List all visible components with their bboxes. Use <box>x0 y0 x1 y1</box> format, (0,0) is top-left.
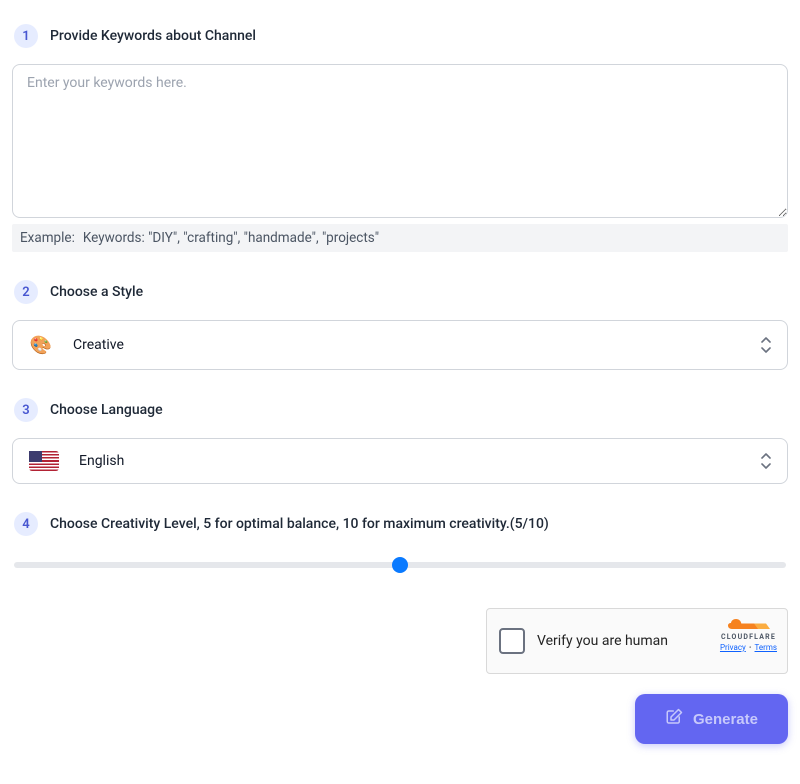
captcha-checkbox[interactable] <box>499 628 525 654</box>
step-number-badge: 2 <box>14 280 38 304</box>
generate-button-label: Generate <box>693 711 758 728</box>
step-title: Choose Language <box>50 402 163 418</box>
step-creativity: 4 Choose Creativity Level, 5 for optimal… <box>12 512 788 572</box>
captcha-privacy-link[interactable]: Privacy <box>720 643 746 652</box>
step-number-badge: 3 <box>14 398 38 422</box>
example-label: Example: <box>20 230 75 246</box>
step-title: Choose a Style <box>50 284 143 300</box>
language-selected-label: English <box>79 453 124 469</box>
captcha-widget: Verify you are human CLOUDFLARE Privacy•… <box>486 608 788 674</box>
step-language: 3 Choose Language English <box>12 398 788 484</box>
keywords-input[interactable] <box>12 64 788 218</box>
captcha-brand: CLOUDFLARE Privacy•Terms <box>720 617 777 652</box>
step-title: Provide Keywords about Channel <box>50 28 256 44</box>
step-header: 2 Choose a Style <box>12 280 788 304</box>
captcha-terms-link[interactable]: Terms <box>755 643 777 652</box>
flag-us-icon <box>29 451 59 471</box>
cloudflare-icon <box>726 617 770 633</box>
footer-area: Verify you are human CLOUDFLARE Privacy•… <box>12 608 788 744</box>
creativity-slider[interactable] <box>14 562 786 568</box>
palette-icon: 🎨 <box>29 333 53 357</box>
step-header: 4 Choose Creativity Level, 5 for optimal… <box>12 512 788 536</box>
step-keywords: 1 Provide Keywords about Channel Example… <box>12 24 788 252</box>
example-row: Example: Keywords: "DIY", "crafting", "h… <box>12 224 788 252</box>
step-style: 2 Choose a Style 🎨 Creative <box>12 280 788 370</box>
captcha-label: Verify you are human <box>537 633 668 649</box>
step-number-badge: 1 <box>14 24 38 48</box>
step-header: 1 Provide Keywords about Channel <box>12 24 788 48</box>
style-selected-label: Creative <box>73 337 124 353</box>
style-dropdown[interactable]: 🎨 Creative <box>12 320 788 370</box>
pencil-square-icon <box>665 708 683 730</box>
chevron-up-down-icon <box>759 336 773 354</box>
captcha-links: Privacy•Terms <box>720 643 777 652</box>
example-text: Keywords: "DIY", "crafting", "handmade",… <box>83 230 379 246</box>
step-number-badge: 4 <box>14 512 38 536</box>
step-title: Choose Creativity Level, 5 for optimal b… <box>50 516 549 532</box>
captcha-brand-text: CLOUDFLARE <box>721 633 776 641</box>
step-header: 3 Choose Language <box>12 398 788 422</box>
chevron-up-down-icon <box>759 452 773 470</box>
language-dropdown[interactable]: English <box>12 438 788 484</box>
generate-button[interactable]: Generate <box>635 694 788 744</box>
